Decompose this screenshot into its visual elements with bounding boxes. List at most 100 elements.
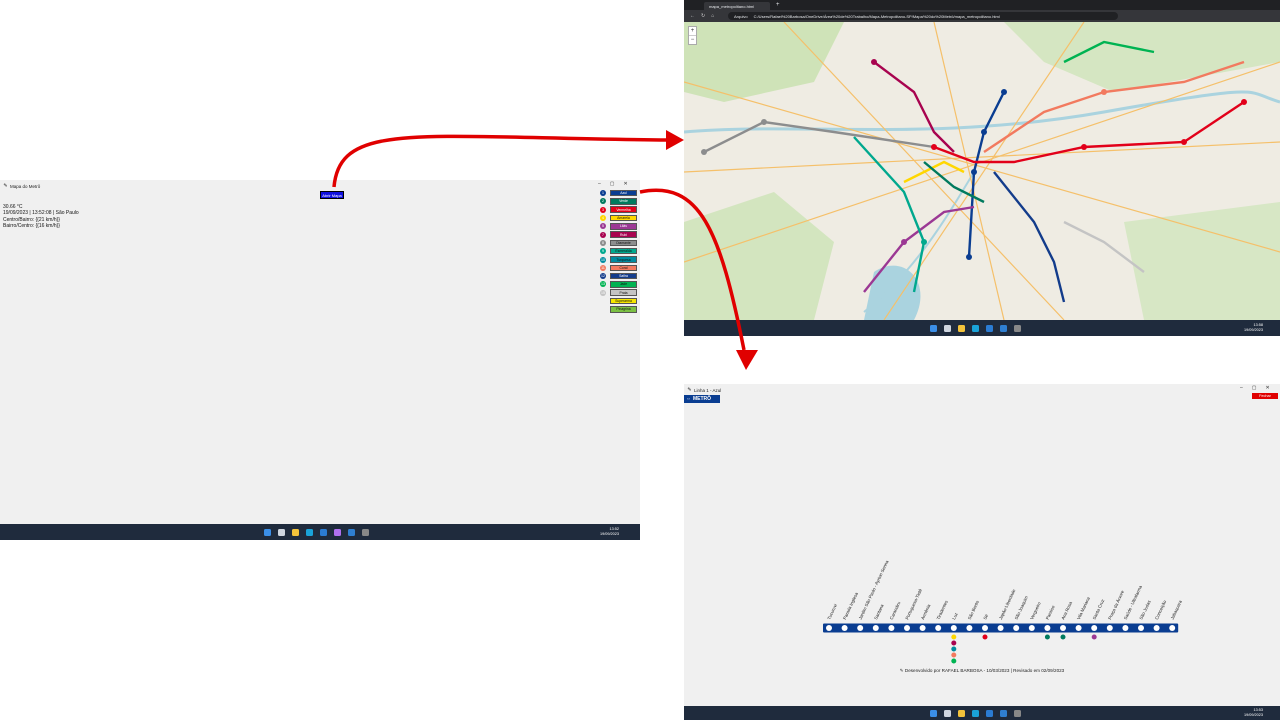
close-window-button[interactable]: ✕ (624, 181, 628, 187)
browser-tab[interactable]: mapa_metropolitano.html (704, 2, 770, 10)
edge-icon[interactable] (306, 528, 313, 536)
line-row: 7 Rubi (600, 230, 640, 238)
line-button-superarma[interactable]: Superarma (610, 297, 637, 305)
line-button-verde[interactable]: Verde (610, 198, 637, 205)
station-dot[interactable] (1153, 625, 1160, 631)
line-button-esmeralda[interactable]: Esmeralda (610, 247, 637, 255)
station-label: Paraíso (1045, 604, 1056, 620)
station-dot[interactable] (1060, 625, 1066, 631)
browser-window: mapa_metropolitano.html + ← ↻ ⌂ Arquivo … (684, 0, 1280, 336)
zoom-out-button[interactable]: − (689, 36, 696, 44)
line-button-coral[interactable]: Coral (610, 264, 637, 272)
station-label: São Judas (1138, 599, 1152, 621)
station-dot[interactable] (950, 625, 957, 631)
search-icon[interactable] (944, 324, 951, 332)
line-button-azul[interactable]: Azul (610, 189, 637, 197)
station-dot[interactable] (1028, 625, 1035, 631)
folder-icon[interactable] (292, 528, 299, 536)
green-area (1124, 202, 1280, 320)
taskbar-clock[interactable]: 13:58 19/09/2023 (1244, 323, 1263, 332)
station-label: Conceição (1154, 599, 1168, 620)
line-button-rubi[interactable]: Rubi (610, 231, 637, 238)
line-row: 9 Esmeralda (600, 247, 640, 255)
line-row: 13 Jade (600, 280, 640, 288)
line-button-turquesa[interactable]: Turquesa (610, 256, 637, 263)
reload-icon[interactable]: ↻ (701, 13, 705, 19)
station-dot[interactable] (966, 625, 973, 631)
minimize-button[interactable]: – (598, 181, 601, 187)
station-dot[interactable] (1122, 625, 1129, 631)
station-label: Santa Cruz (1092, 598, 1106, 620)
station-dot[interactable] (904, 625, 910, 631)
edge-icon[interactable] (972, 709, 979, 717)
station-dot[interactable] (1091, 625, 1098, 631)
python-icon[interactable] (362, 528, 369, 536)
line-button-prata[interactable]: Prata (610, 289, 637, 296)
station-dot[interactable] (1169, 625, 1176, 631)
arrowhead-line (736, 350, 758, 370)
line-button-vermelha[interactable]: Vermelha (610, 206, 637, 213)
line-button-lilás[interactable]: Lilás (610, 223, 637, 230)
station-label: Luz (951, 612, 959, 621)
vscode-icon[interactable] (1000, 709, 1007, 717)
folder-icon[interactable] (958, 324, 965, 332)
folder-icon[interactable] (958, 709, 965, 717)
station-dot[interactable] (982, 625, 988, 631)
station-dot[interactable] (1044, 625, 1051, 631)
station-dot[interactable] (826, 625, 832, 631)
vscode-icon[interactable] (1000, 324, 1007, 332)
line-button-pinagrina[interactable]: Pinagrina (610, 306, 637, 313)
new-tab-button[interactable]: + (776, 2, 780, 8)
line-number-badge: 1 (600, 190, 606, 197)
address-bar[interactable]: Arquivo C:/Users/Rafael%20Barbosa/OneDri… (728, 12, 1118, 20)
windows-start-icon[interactable] (930, 324, 937, 332)
outlook-icon[interactable] (986, 709, 993, 717)
python-icon[interactable] (1014, 709, 1021, 717)
home-icon[interactable]: ⌂ (711, 13, 714, 19)
station-dot[interactable] (857, 625, 864, 631)
connection-badge (951, 640, 957, 646)
line-row: Pinagrina (600, 305, 640, 313)
windows-start-icon[interactable] (930, 709, 937, 717)
zoom-in-button[interactable]: + (689, 27, 696, 36)
line-button-diamante[interactable]: Diamante (610, 239, 637, 247)
station-dot[interactable] (997, 625, 1004, 631)
outlook-icon[interactable] (320, 528, 327, 536)
vscode-icon[interactable] (348, 528, 355, 536)
line-row: 2 Verde (600, 197, 640, 205)
station-label: Parada Inglesa (842, 591, 859, 620)
station-dot[interactable] (919, 625, 926, 631)
browser-toolbar: ← ↻ ⌂ Arquivo C:/Users/Rafael%20Barbosa/… (684, 10, 1280, 22)
line-row: 15 Prata (600, 289, 640, 297)
edge-icon[interactable] (972, 324, 979, 332)
station-dot[interactable] (872, 625, 879, 631)
line-button-safira[interactable]: Safira (610, 272, 637, 280)
metro-map[interactable]: + − (684, 22, 1280, 320)
taskbar-clock[interactable]: 13:52 19/09/2023 (600, 527, 619, 536)
taskbar-apps (930, 324, 1021, 332)
open-map-button[interactable]: Abrir Mapa (320, 191, 344, 199)
search-icon[interactable] (278, 528, 285, 536)
connection-badge (951, 634, 957, 640)
maximize-button[interactable]: ▢ (610, 181, 615, 187)
connection-badge (951, 658, 957, 664)
station-dot[interactable] (935, 625, 942, 631)
line-number-badge (600, 298, 606, 304)
station-dot[interactable] (1013, 625, 1020, 631)
station-dot[interactable] (841, 625, 848, 631)
station-dot[interactable] (1138, 625, 1144, 631)
station-dot[interactable] (1075, 625, 1082, 631)
windows-start-icon[interactable] (264, 528, 271, 536)
station-dot[interactable] (1106, 625, 1113, 631)
app-icon[interactable] (334, 528, 341, 536)
address-prefix: Arquivo (734, 13, 748, 19)
line-button-jade[interactable]: Jade (610, 281, 637, 288)
outlook-icon[interactable] (986, 324, 993, 332)
station-dot[interactable] (888, 625, 895, 631)
taskbar-clock[interactable]: 13:53 19/09/2023 (1244, 708, 1263, 717)
back-icon[interactable]: ← (690, 13, 695, 19)
python-icon[interactable] (1014, 324, 1021, 332)
search-icon[interactable] (944, 709, 951, 717)
line-button-amarela[interactable]: Amarela (610, 214, 637, 222)
line-number-badge: 10 (600, 256, 606, 263)
